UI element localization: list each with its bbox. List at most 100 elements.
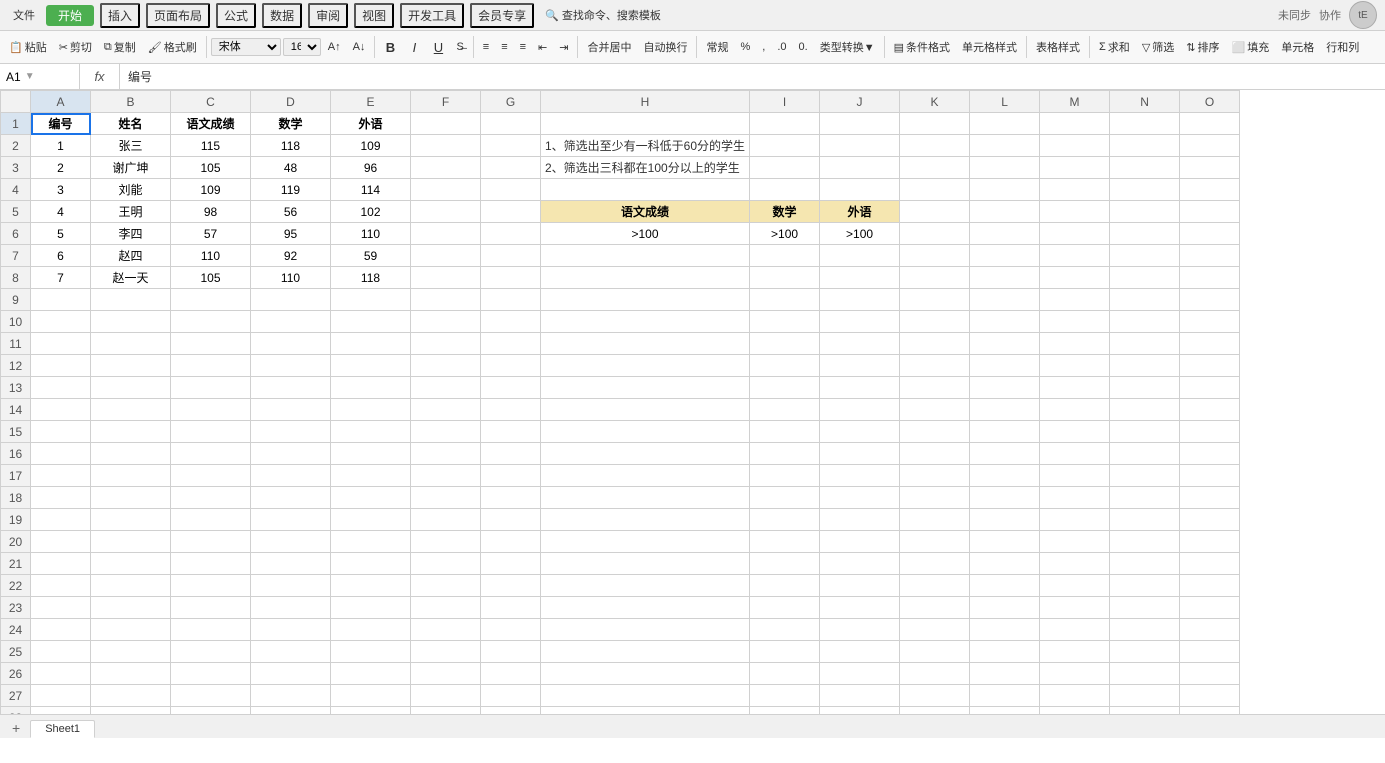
cell-M7[interactable] xyxy=(1040,245,1110,267)
cell-I6-criteria-val[interactable]: >100 xyxy=(750,223,820,245)
cell-C7[interactable]: 110 xyxy=(171,245,251,267)
cell-N5[interactable] xyxy=(1110,201,1180,223)
cell-G8[interactable] xyxy=(481,267,541,289)
cell-J7[interactable] xyxy=(820,245,900,267)
cell-F8[interactable] xyxy=(411,267,481,289)
cell-J6-criteria-val[interactable]: >100 xyxy=(820,223,900,245)
cell-D2[interactable]: 118 xyxy=(251,135,331,157)
cell-C6[interactable]: 57 xyxy=(171,223,251,245)
cell-M2[interactable] xyxy=(1040,135,1110,157)
cell-A1[interactable]: 编号 xyxy=(31,113,91,135)
cell-O4[interactable] xyxy=(1180,179,1240,201)
cell-E8[interactable]: 118 xyxy=(331,267,411,289)
cell-L3[interactable] xyxy=(970,157,1040,179)
cell-width-button[interactable]: 单元格 xyxy=(1276,37,1319,57)
row-num-5[interactable]: 5 xyxy=(1,201,31,223)
cell-I2[interactable] xyxy=(750,135,820,157)
view-menu[interactable]: 视图 xyxy=(354,3,394,28)
cell-O3[interactable] xyxy=(1180,157,1240,179)
user-avatar[interactable]: tE xyxy=(1349,1,1377,29)
cell-O5[interactable] xyxy=(1180,201,1240,223)
decimal-dec-button[interactable]: 0. xyxy=(794,39,813,55)
cell-N1[interactable] xyxy=(1110,113,1180,135)
cell-G1[interactable] xyxy=(481,113,541,135)
cell-F3[interactable] xyxy=(411,157,481,179)
row-num-8[interactable]: 8 xyxy=(1,267,31,289)
cell-O6[interactable] xyxy=(1180,223,1240,245)
cell-A6[interactable]: 5 xyxy=(31,223,91,245)
cell-L7[interactable] xyxy=(970,245,1040,267)
cell-J4[interactable] xyxy=(820,179,900,201)
strikethrough-button[interactable]: S̶ xyxy=(451,39,468,55)
cell-B1[interactable]: 姓名 xyxy=(91,113,171,135)
start-button[interactable]: 开始 xyxy=(46,5,94,26)
format-brush-button[interactable]: 🖌 格式刷 xyxy=(143,37,202,57)
font-size-select[interactable]: 16 xyxy=(283,38,321,56)
row-num-4[interactable]: 4 xyxy=(1,179,31,201)
cell-I5-criteria-hdr[interactable]: 数学 xyxy=(750,201,820,223)
cell-D5[interactable]: 56 xyxy=(251,201,331,223)
cell-I7[interactable] xyxy=(750,245,820,267)
col-H-header[interactable]: H xyxy=(541,91,750,113)
cell-E4[interactable]: 114 xyxy=(331,179,411,201)
cell-I1[interactable] xyxy=(750,113,820,135)
cell-J5-criteria-hdr[interactable]: 外语 xyxy=(820,201,900,223)
col-G-header[interactable]: G xyxy=(481,91,541,113)
decimal-inc-button[interactable]: .0 xyxy=(772,39,791,55)
cell-K2[interactable] xyxy=(900,135,970,157)
cell-F1[interactable] xyxy=(411,113,481,135)
cell-C5[interactable]: 98 xyxy=(171,201,251,223)
cell-L1[interactable] xyxy=(970,113,1040,135)
member-menu[interactable]: 会员专享 xyxy=(470,3,534,28)
cell-L4[interactable] xyxy=(970,179,1040,201)
percent-button[interactable]: % xyxy=(735,39,755,55)
sheet-area[interactable]: A B C D E F G H I J K L M N O xyxy=(0,90,1385,714)
cell-C2[interactable]: 115 xyxy=(171,135,251,157)
italic-button[interactable]: I xyxy=(403,36,425,58)
row-col-button[interactable]: 行和列 xyxy=(1321,37,1364,57)
merge-center-button[interactable]: 合并居中 xyxy=(582,37,636,57)
align-left-button[interactable]: ≡ xyxy=(478,39,494,55)
cell-C3[interactable]: 105 xyxy=(171,157,251,179)
col-M-header[interactable]: M xyxy=(1040,91,1110,113)
row-num-7[interactable]: 7 xyxy=(1,245,31,267)
cell-L5[interactable] xyxy=(970,201,1040,223)
cell-G6[interactable] xyxy=(481,223,541,245)
cell-F7[interactable] xyxy=(411,245,481,267)
cell-J8[interactable] xyxy=(820,267,900,289)
cell-H4[interactable] xyxy=(541,179,750,201)
cell-A4[interactable]: 3 xyxy=(31,179,91,201)
cell-A9[interactable] xyxy=(31,289,91,311)
cell-I3[interactable] xyxy=(750,157,820,179)
bold-button[interactable]: B xyxy=(379,36,401,58)
cell-C1[interactable]: 语文成绩 xyxy=(171,113,251,135)
font-select[interactable]: 宋体 xyxy=(211,38,281,56)
cell-B3[interactable]: 谢广坤 xyxy=(91,157,171,179)
cell-C4[interactable]: 109 xyxy=(171,179,251,201)
condition-format-button[interactable]: ▤ 条件格式 xyxy=(889,37,955,57)
cell-H3[interactable]: 2、筛选出三科都在100分以上的学生 xyxy=(541,157,750,179)
indent-decrease-button[interactable]: ⇤ xyxy=(533,39,552,56)
col-L-header[interactable]: L xyxy=(970,91,1040,113)
format-normal-button[interactable]: 常规 xyxy=(701,37,733,57)
copy-button[interactable]: ⧉ 复制 xyxy=(99,37,141,57)
cell-M5[interactable] xyxy=(1040,201,1110,223)
cell-O7[interactable] xyxy=(1180,245,1240,267)
cell-G5[interactable] xyxy=(481,201,541,223)
cell-G2[interactable] xyxy=(481,135,541,157)
cell-O1[interactable] xyxy=(1180,113,1240,135)
cell-J2[interactable] xyxy=(820,135,900,157)
cell-F4[interactable] xyxy=(411,179,481,201)
cell-B2[interactable]: 张三 xyxy=(91,135,171,157)
cell-E5[interactable]: 102 xyxy=(331,201,411,223)
cell-I8[interactable] xyxy=(750,267,820,289)
cell-F6[interactable] xyxy=(411,223,481,245)
cell-O8[interactable] xyxy=(1180,267,1240,289)
cell-B7[interactable]: 赵四 xyxy=(91,245,171,267)
cell-N8[interactable] xyxy=(1110,267,1180,289)
cell-F2[interactable] xyxy=(411,135,481,157)
type-convert-button[interactable]: 类型转换▼ xyxy=(815,37,880,57)
cell-H5-criteria-hdr[interactable]: 语文成绩 xyxy=(541,201,750,223)
cell-D1[interactable]: 数学 xyxy=(251,113,331,135)
dev-menu[interactable]: 开发工具 xyxy=(400,3,464,28)
